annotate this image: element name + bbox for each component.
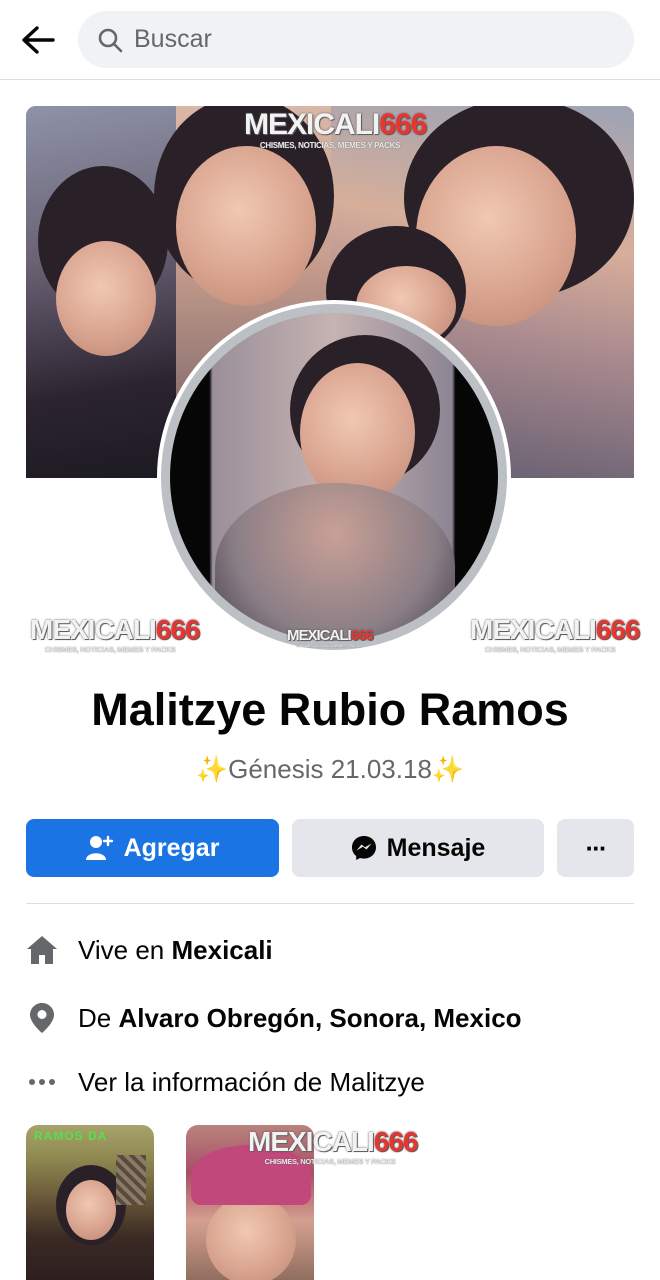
more-options-button[interactable]: ··· bbox=[557, 819, 634, 877]
profile-bio: ✨Génesis 21.03.18✨ bbox=[0, 754, 660, 785]
add-friend-label: Agregar bbox=[123, 833, 220, 862]
from-place[interactable]: Alvaro Obregón, Sonora, Mexico bbox=[118, 1003, 521, 1034]
lives-in-prefix: Vive en bbox=[78, 934, 172, 965]
sparkle-emoji: ✨ bbox=[195, 754, 229, 784]
search-input[interactable] bbox=[134, 25, 614, 54]
search-icon bbox=[96, 26, 124, 54]
avatar-photo bbox=[170, 313, 498, 641]
see-info-link[interactable]: Ver la información de Malitzye bbox=[78, 1067, 425, 1098]
info-see-more[interactable]: Ver la información de Malitzye bbox=[26, 1062, 634, 1102]
home-icon bbox=[26, 934, 58, 966]
watermark-logo: MEXICALI666 CHISMES, NOTICIAS, MEMES Y P… bbox=[470, 614, 640, 654]
photo-overlay-text: RAMOS DA bbox=[34, 1129, 108, 1143]
ellipsis-icon bbox=[26, 1066, 58, 1098]
watermark-logo: MEXICALI666 CHISMES, NOTICIAS, MEMES Y P… bbox=[244, 108, 427, 150]
avatar-figure bbox=[215, 483, 455, 641]
messenger-icon bbox=[351, 835, 377, 861]
info-lives-in: Vive en Mexicali bbox=[26, 930, 634, 970]
more-icon: ··· bbox=[585, 832, 608, 863]
photo-thumbnail[interactable]: RAMOS DA bbox=[26, 1125, 154, 1280]
lives-in-city[interactable]: Mexicali bbox=[171, 935, 272, 966]
profile-name: Malitzye Rubio Ramos bbox=[91, 684, 569, 735]
watermark-logo: MEXICALI666 CHISMES, NOTICIAS, MEMES Y P… bbox=[30, 614, 200, 654]
photo-figure bbox=[206, 1195, 296, 1280]
cover-figure bbox=[56, 241, 156, 356]
pixelated-area bbox=[116, 1155, 146, 1205]
from-prefix: De bbox=[78, 1002, 119, 1033]
back-arrow-icon bbox=[22, 26, 55, 54]
divider bbox=[26, 903, 634, 904]
back-button[interactable] bbox=[18, 20, 58, 60]
top-bar bbox=[0, 0, 660, 80]
bio-text: Génesis 21.03.18 bbox=[228, 754, 432, 784]
location-pin-icon bbox=[26, 1002, 58, 1034]
add-friend-button[interactable]: Agregar bbox=[26, 819, 279, 877]
photo-figure bbox=[66, 1180, 116, 1240]
message-button[interactable]: Mensaje bbox=[292, 819, 544, 877]
watermark-logo: MEXICALI666 CHISMES, NOTICIAS, MEMES Y P… bbox=[287, 627, 374, 648]
add-friend-icon bbox=[85, 835, 114, 861]
message-label: Mensaje bbox=[386, 833, 486, 862]
profile-avatar[interactable] bbox=[157, 300, 511, 654]
info-from: De Alvaro Obregón, Sonora, Mexico bbox=[26, 998, 634, 1038]
cover-figure bbox=[176, 146, 316, 306]
search-bar[interactable] bbox=[78, 11, 634, 68]
avatar-figure bbox=[300, 363, 415, 503]
sparkle-emoji: ✨ bbox=[431, 754, 465, 784]
watermark-logo: MEXICALI666 CHISMES, NOTICIAS, MEMES Y P… bbox=[248, 1126, 418, 1166]
